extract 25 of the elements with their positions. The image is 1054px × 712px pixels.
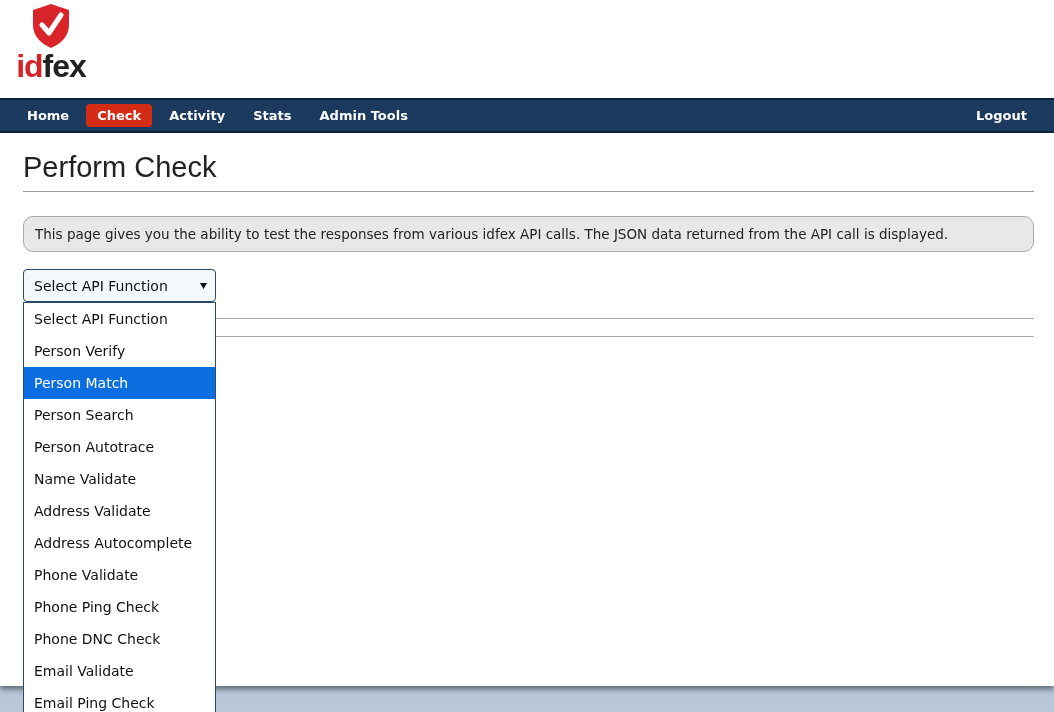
logo-wordmark: idfex xyxy=(16,49,86,83)
dropdown-option[interactable]: Select API Function xyxy=(24,303,215,335)
nav-tab[interactable]: Stats xyxy=(242,104,303,127)
dropdown-option[interactable]: Name Validate xyxy=(24,463,215,495)
nav-tab[interactable]: Activity xyxy=(158,104,237,127)
dropdown-option[interactable]: Person Verify xyxy=(24,335,215,367)
logout-link[interactable]: Logout xyxy=(965,104,1038,127)
dropdown-option[interactable]: Email Ping Check xyxy=(24,687,215,712)
dropdown-option[interactable]: Person Match xyxy=(24,367,215,399)
dropdown-option[interactable]: Phone Ping Check xyxy=(24,591,215,623)
dropdown-option[interactable]: Phone Validate xyxy=(24,559,215,591)
api-function-dropdown[interactable]: Select API Function xyxy=(23,269,216,302)
shield-check-icon xyxy=(31,3,71,49)
nav-tab[interactable]: Home xyxy=(16,104,81,127)
info-message: This page gives you the ability to test the responses from various idfex API calls. The JSON data returned from the API call is displayed. xyxy=(23,216,1034,252)
dropdown-option[interactable]: Phone DNC Check xyxy=(24,623,215,655)
dropdown-option[interactable]: Person Search xyxy=(24,399,215,431)
dropdown-option[interactable]: Address Autocomplete xyxy=(24,527,215,559)
dropdown-option[interactable]: Person Autotrace xyxy=(24,431,215,463)
nav-tab[interactable]: Admin Tools xyxy=(308,104,419,127)
page-title: Perform Check xyxy=(23,133,1034,192)
dropdown-option[interactable]: Address Validate xyxy=(24,495,215,527)
caret-icon xyxy=(200,282,207,289)
nav-tab[interactable]: Check xyxy=(86,104,153,127)
dropdown-option[interactable]: Email Validate xyxy=(24,655,215,687)
